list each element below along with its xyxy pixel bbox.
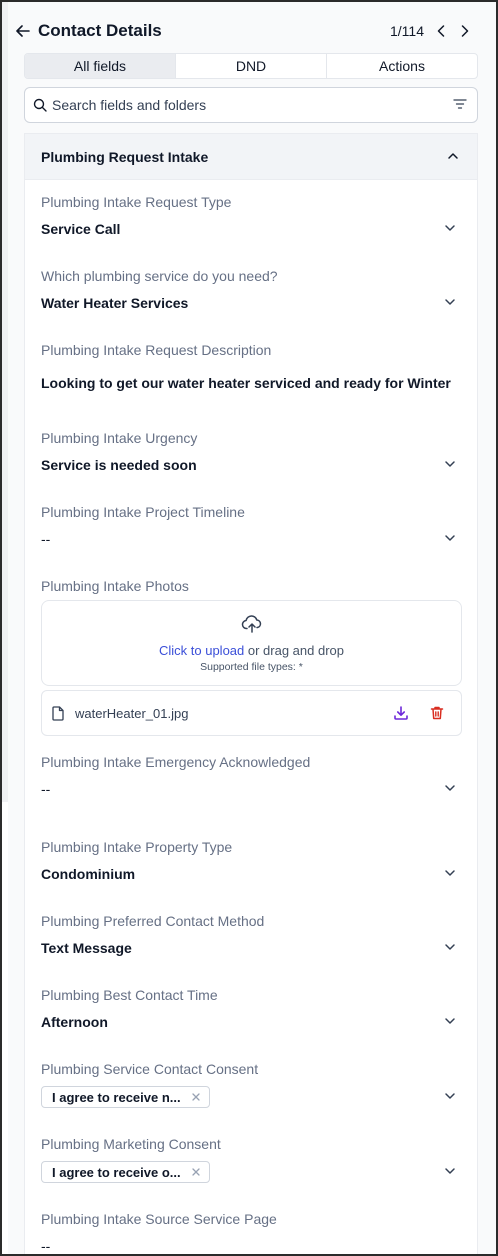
remove-chip-icon[interactable] [191, 1167, 201, 1177]
field-label: Which plumbing service do you need? [41, 268, 278, 284]
field-label: Plumbing Preferred Contact Method [41, 913, 265, 929]
cloud-upload-icon [241, 613, 263, 635]
field-request-type: Plumbing Intake Request Type Service Cal… [41, 194, 462, 238]
field-value: -- [41, 1238, 51, 1254]
search-icon [33, 98, 47, 112]
field-value: -- [41, 781, 51, 797]
plumbing-service-select[interactable]: Water Heater Services [41, 294, 462, 312]
chevron-down-icon[interactable] [444, 458, 458, 472]
pager-count: 1/114 [390, 23, 424, 39]
field-project-timeline: Plumbing Intake Project Timeline -- [41, 504, 462, 548]
record-pager: 1/114 [390, 23, 472, 39]
field-value: Condominium [41, 866, 136, 882]
chip-label: I agree to receive n... [52, 1089, 181, 1105]
collapse-chevron-icon[interactable] [447, 150, 461, 164]
urgency-select[interactable]: Service is needed soon [41, 456, 462, 474]
field-source-service-page: Plumbing Intake Source Service Page -- [41, 1211, 462, 1255]
field-label: Plumbing Intake Request Description [41, 342, 272, 358]
remove-chip-icon[interactable] [191, 1092, 201, 1102]
tab-actions[interactable]: Actions [327, 54, 477, 78]
page-title: Contact Details [38, 21, 162, 40]
supported-file-types: Supported file types: * [200, 661, 303, 673]
field-plumbing-service: Which plumbing service do you need? Wate… [41, 268, 462, 312]
plumbing-request-intake-section: Plumbing Request Intake Plumbing Intake … [24, 133, 478, 1254]
property-type-select[interactable]: Condominium [41, 865, 462, 883]
emergency-acknowledged-select[interactable]: -- [41, 780, 462, 798]
field-photos: Plumbing Intake Photos [41, 578, 462, 594]
field-label: Plumbing Intake Photos [41, 578, 189, 594]
field-marketing-consent: Plumbing Marketing Consent I agree to re… [41, 1136, 462, 1184]
consent-chip: I agree to receive n... [41, 1086, 210, 1108]
chevron-down-icon[interactable] [444, 1090, 458, 1104]
field-value: Service Call [41, 221, 121, 237]
request-type-select[interactable]: Service Call [41, 220, 462, 238]
service-consent-select[interactable]: I agree to receive n... [41, 1085, 462, 1109]
back-arrow-icon[interactable] [16, 23, 32, 39]
next-record-button[interactable] [458, 24, 472, 38]
field-label: Plumbing Intake Emergency Acknowledged [41, 754, 311, 770]
field-label: Plumbing Intake Property Type [41, 839, 233, 855]
chevron-down-icon[interactable] [444, 782, 458, 796]
field-service-contact-consent: Plumbing Service Contact Consent I agree… [41, 1061, 462, 1109]
chevron-down-icon[interactable] [444, 532, 458, 546]
field-value: Afternoon [41, 1014, 108, 1030]
filter-icon[interactable] [453, 98, 467, 112]
trash-icon[interactable] [429, 705, 445, 721]
marketing-consent-select[interactable]: I agree to receive o... [41, 1160, 462, 1184]
field-label: Plumbing Intake Project Timeline [41, 504, 245, 520]
field-request-description: Plumbing Intake Request Description Look… [41, 342, 462, 392]
field-emergency-acknowledged: Plumbing Intake Emergency Acknowledged -… [41, 754, 462, 798]
field-best-contact-time: Plumbing Best Contact Time Afternoon [41, 987, 462, 1031]
field-urgency: Plumbing Intake Urgency Service is neede… [41, 430, 462, 474]
field-value: Water Heater Services [41, 295, 189, 311]
field-label: Plumbing Marketing Consent [41, 1136, 221, 1152]
previous-record-button[interactable] [434, 24, 448, 38]
consent-chip: I agree to receive o... [41, 1161, 210, 1183]
chevron-down-icon[interactable] [444, 1015, 458, 1029]
field-value: -- [41, 531, 51, 547]
chevron-down-icon[interactable] [444, 1165, 458, 1179]
chip-label: I agree to receive o... [52, 1164, 181, 1180]
field-property-type: Plumbing Intake Property Type Condominiu… [41, 839, 462, 883]
project-timeline-select[interactable]: -- [41, 530, 462, 548]
upload-rest-text: or drag and drop [244, 643, 344, 658]
field-value: Looking to get our water heater serviced… [41, 375, 451, 391]
field-tabs: All fields DND Actions [24, 53, 478, 79]
preferred-contact-method-select[interactable]: Text Message [41, 939, 462, 957]
field-label: Plumbing Intake Urgency [41, 430, 198, 446]
field-label: Plumbing Service Contact Consent [41, 1061, 259, 1077]
uploaded-file-row: waterHeater_01.jpg [41, 690, 462, 736]
section-title: Plumbing Request Intake [41, 148, 209, 165]
file-icon [52, 705, 65, 721]
field-value: Text Message [41, 940, 132, 956]
field-label: Plumbing Intake Source Service Page [41, 1211, 277, 1227]
search-input[interactable] [52, 97, 453, 113]
best-contact-time-select[interactable]: Afternoon [41, 1013, 462, 1031]
click-to-upload-link[interactable]: Click to upload [159, 643, 244, 658]
download-icon[interactable] [393, 705, 409, 721]
chevron-down-icon[interactable] [444, 867, 458, 881]
panel-header: Contact Details 1/114 [16, 16, 472, 46]
source-service-page-value[interactable]: -- [41, 1237, 462, 1255]
section-header[interactable]: Plumbing Request Intake [25, 134, 477, 180]
chevron-down-icon[interactable] [444, 296, 458, 310]
field-value: Service is needed soon [41, 457, 197, 473]
search-bar [24, 87, 478, 123]
file-name[interactable]: waterHeater_01.jpg [75, 706, 373, 721]
upload-instructions: Click to upload or drag and drop [42, 643, 461, 658]
chevron-down-icon[interactable] [444, 222, 458, 236]
tab-dnd[interactable]: DND [176, 54, 327, 78]
field-label: Plumbing Intake Request Type [41, 194, 232, 210]
field-label: Plumbing Best Contact Time [41, 987, 218, 1003]
tab-all-fields[interactable]: All fields [25, 54, 176, 78]
chevron-down-icon[interactable] [444, 941, 458, 955]
request-description-text[interactable]: Looking to get our water heater serviced… [41, 374, 462, 392]
field-preferred-contact-method: Plumbing Preferred Contact Method Text M… [41, 913, 462, 957]
photo-upload-dropzone[interactable]: Click to upload or drag and drop Support… [41, 600, 462, 686]
